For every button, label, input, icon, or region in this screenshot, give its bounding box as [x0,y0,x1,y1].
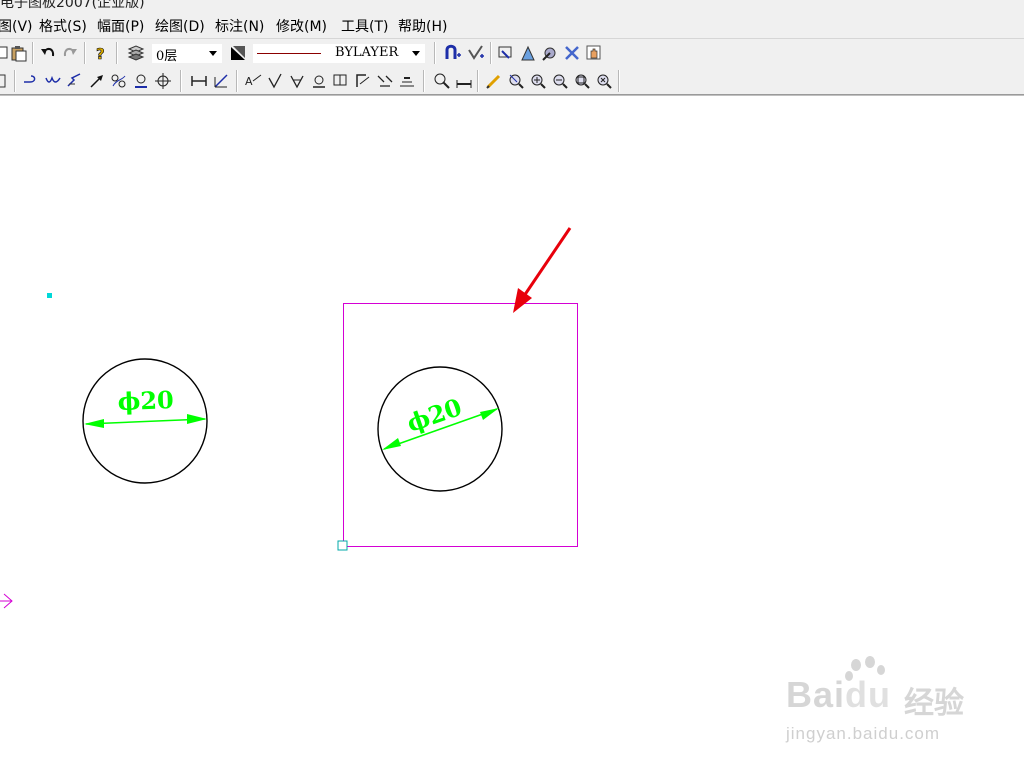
color-icon[interactable] [228,43,248,63]
edit-dimension-icon[interactable] [432,71,452,91]
leader-icon[interactable]: A [243,71,263,91]
section-symbol-icon[interactable] [353,71,373,91]
undo-icon[interactable] [38,43,58,63]
break-line-icon[interactable] [65,71,85,91]
arrow-icon[interactable] [87,71,107,91]
red-arrow-icon [513,227,572,313]
toolbar-separator [490,42,492,64]
menu-bar: 图(V) 格式(S) 幅面(P) 绘图(D) 标注(N) 修改(M) 工具(T)… [0,10,1024,39]
svg-text:A: A [245,75,253,88]
linetype-preview [257,53,321,54]
dimension-left[interactable]: ϕ20 [84,385,207,428]
wave-line-icon[interactable] [43,71,63,91]
dimension-text-left: ϕ20 [117,385,174,416]
title-bar: 电子图板2007(企业版) [0,0,1024,10]
toolbar-separator [423,70,425,92]
layer-value: 0层 [156,49,178,64]
grip-point [47,293,52,298]
scale-symbol-icon[interactable] [375,71,395,91]
paste-icon[interactable] [9,43,29,63]
zoom-window-icon[interactable] [506,71,526,91]
drawing-toolbar: A [0,67,1024,96]
toolbar-separator [116,42,118,64]
toolbar-separator [434,42,436,64]
dimension-right[interactable]: ϕ20 [382,392,499,450]
pan-hand-icon[interactable] [584,43,604,63]
menu-draw[interactable]: 绘图(D) [155,16,205,36]
window-title: 电子图板2007(企业版) [0,0,145,10]
grid-settings-icon[interactable] [562,43,582,63]
watermark-service: 经验 [904,686,964,721]
watermark: Baidu 经验 jingyan.baidu.com [786,656,976,752]
frame-grip[interactable] [337,540,348,551]
linetype-value: BYLAYER [335,45,399,60]
toolbar-separator [14,70,16,92]
roughness-icon[interactable] [265,71,285,91]
pencil-icon[interactable] [484,71,504,91]
svg-text:?: ? [96,45,105,62]
zoom-in-icon[interactable] [528,71,548,91]
redo-icon[interactable] [60,43,80,63]
layer-select[interactable]: 0层 [151,43,223,64]
watermark-brand: Baidu [786,674,892,715]
weld-symbol-icon[interactable] [309,71,329,91]
tolerance-icon[interactable] [331,71,351,91]
menu-tools[interactable]: 工具(T) [341,16,388,36]
toolbar-separator [236,70,238,92]
standard-toolbar: ? 0层 BYLAYER [0,39,1024,67]
toolbar-separator [180,70,182,92]
linetype-select[interactable]: BYLAYER [252,43,426,64]
menu-view[interactable]: 图(V) [0,16,33,36]
menu-sheet[interactable]: 幅面(P) [97,16,144,36]
hatch-icon[interactable] [131,71,151,91]
properties-icon[interactable] [496,43,516,63]
spline-icon[interactable] [109,71,129,91]
dimension-icon[interactable] [189,71,209,91]
zoom-out-icon[interactable] [550,71,570,91]
center-line-icon[interactable] [153,71,173,91]
toolbar-separator [618,70,620,92]
magnet-snap-icon[interactable] [443,43,463,63]
base-mark-icon[interactable] [287,71,307,91]
chevron-down-icon[interactable] [206,44,220,63]
toolbar-separator [84,42,86,64]
menu-dimension[interactable]: 标注(N) [215,16,264,36]
zoom-previous-icon[interactable] [594,71,614,91]
toolbar-separator [32,42,34,64]
coordinate-dim-icon[interactable] [211,71,231,91]
zoom-all-icon[interactable] [572,71,592,91]
help-icon[interactable]: ? [90,43,110,63]
partial-tool-icon[interactable] [0,71,12,91]
text-note-icon[interactable] [397,71,417,91]
dimension-style-icon[interactable] [454,71,474,91]
watermark-url: jingyan.baidu.com [786,724,941,743]
toolbar-separator [477,70,479,92]
menu-help[interactable]: 帮助(H) [398,16,447,36]
ucs-arrow-icon [0,593,13,609]
menu-format[interactable]: 格式(S) [39,16,87,36]
layer-manager-icon[interactable] [126,43,146,63]
check-snap-icon[interactable] [466,43,486,63]
menu-modify[interactable]: 修改(M) [276,16,327,36]
polyline-icon[interactable] [21,71,41,91]
chevron-down-icon[interactable] [409,44,423,63]
attribute-brush-icon[interactable] [518,43,538,63]
tool-settings-icon[interactable] [540,43,560,63]
